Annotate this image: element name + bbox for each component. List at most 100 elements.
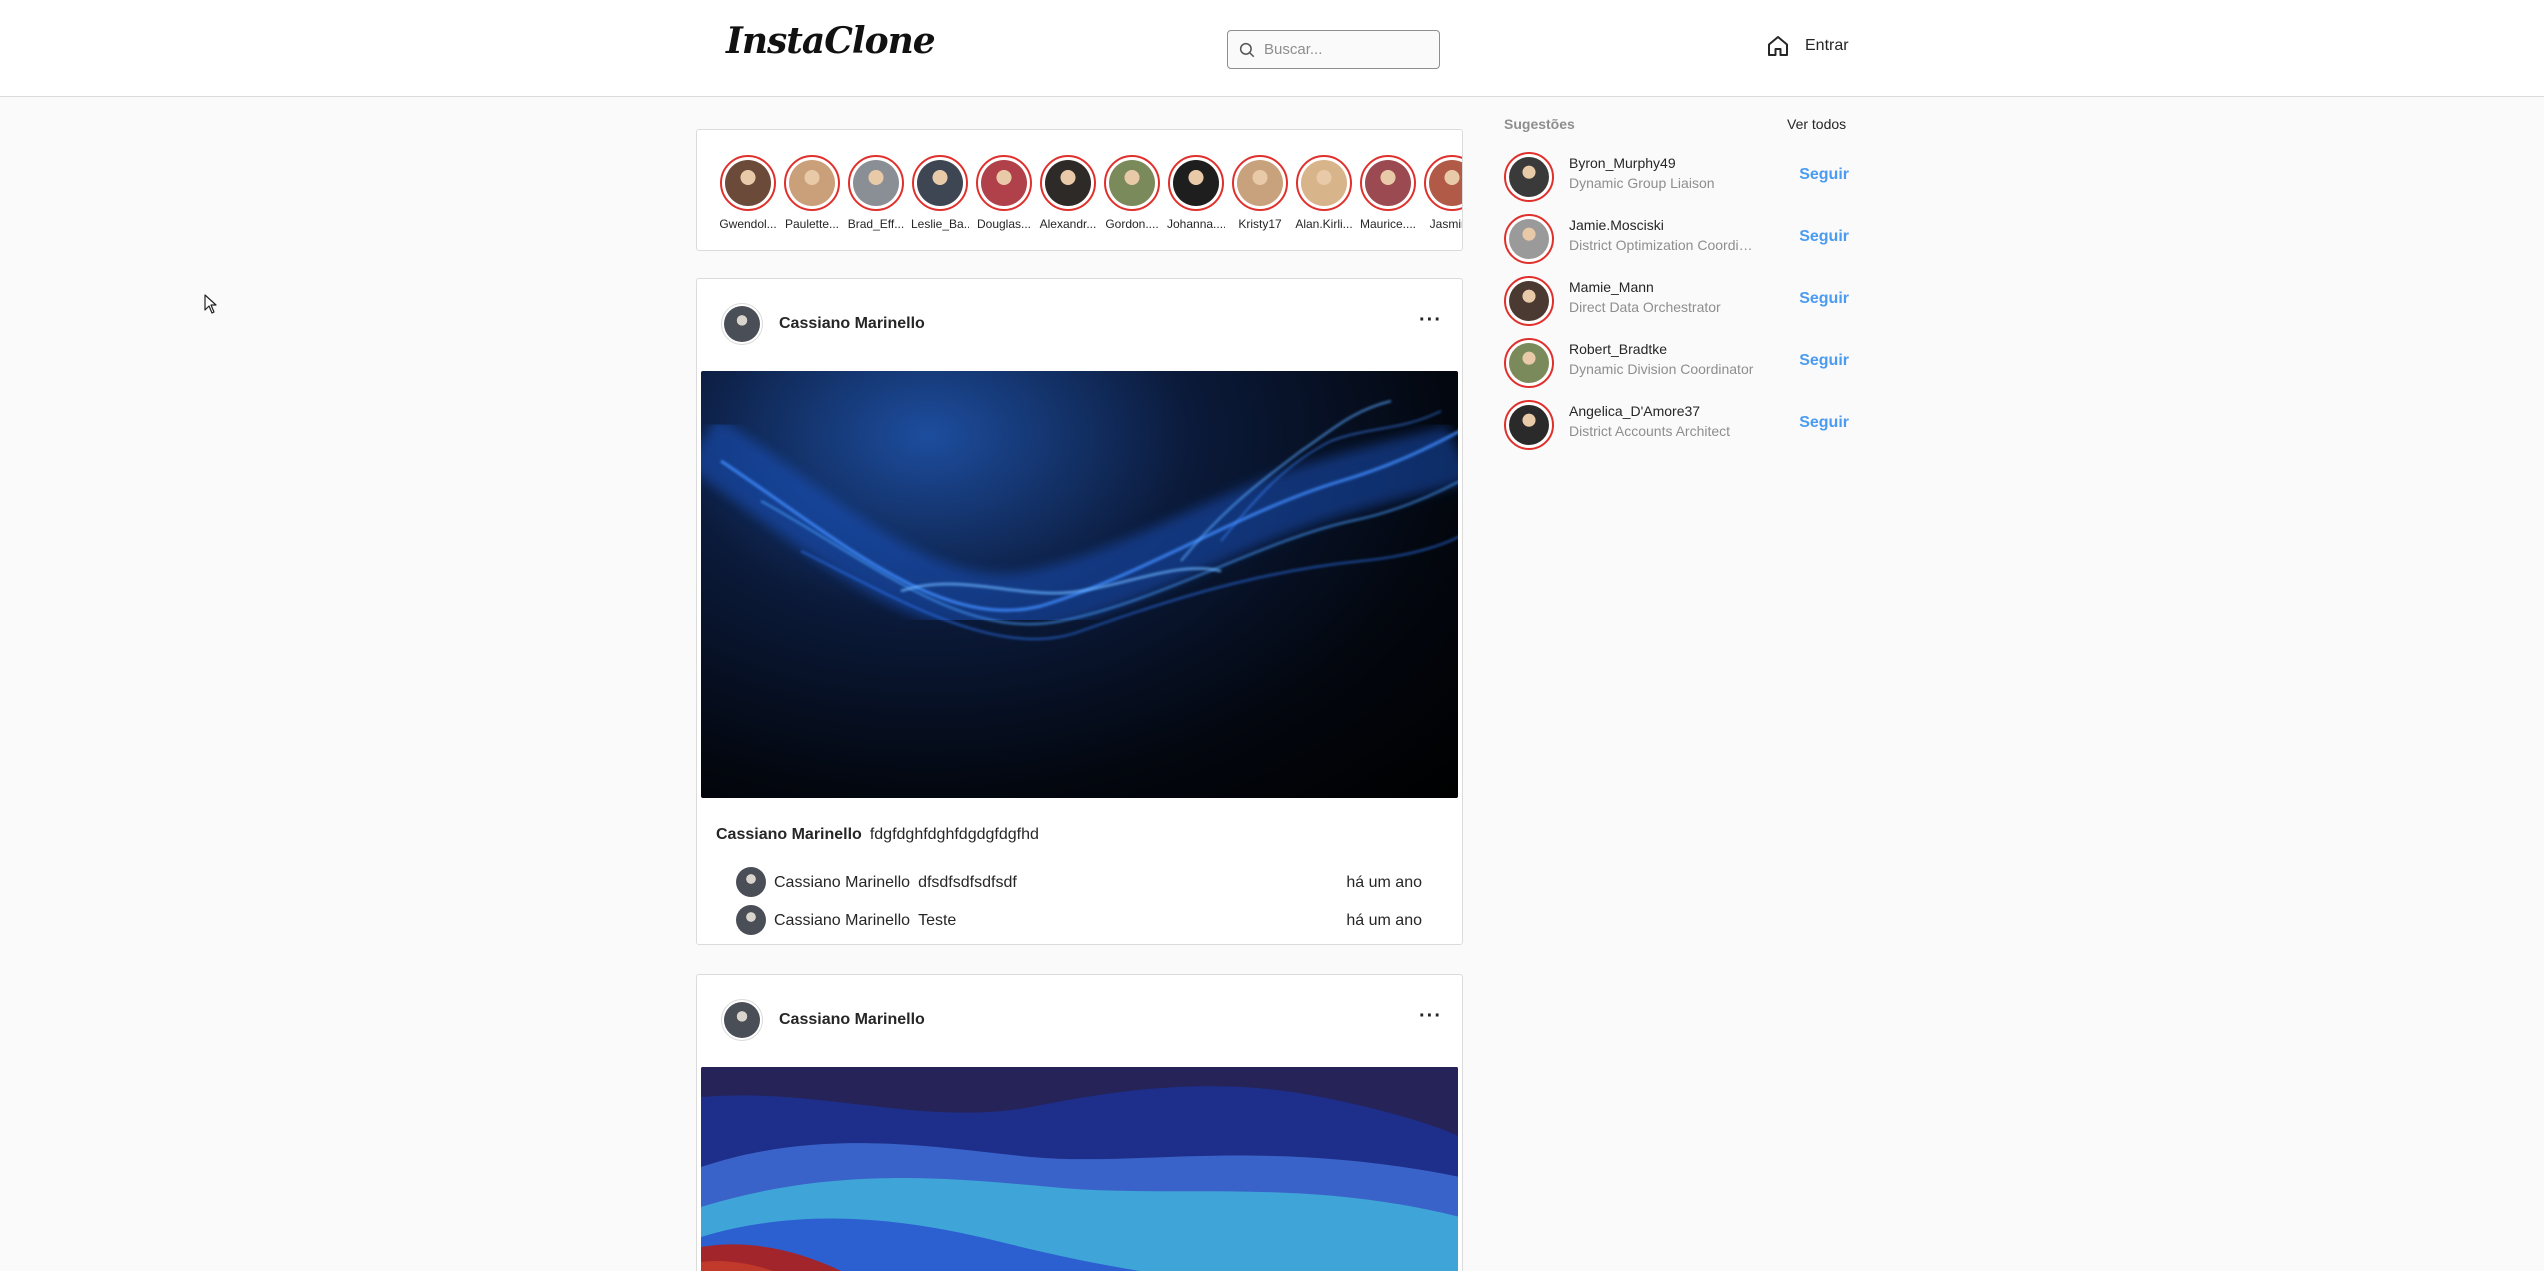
comment-item: Cassiano Marinello dfsdfsdfsdfsdf há um a… (736, 862, 1422, 900)
story-username: Maurice.... (1359, 217, 1416, 231)
story-avatar-ring[interactable] (1104, 155, 1160, 211)
avatar[interactable] (1504, 152, 1554, 202)
story-avatar-ring[interactable] (720, 155, 776, 211)
suggestion-description: Direct Data Orchestrator (1569, 299, 1721, 315)
story-avatar-ring[interactable] (1360, 155, 1416, 211)
story-avatar-ring[interactable] (784, 155, 840, 211)
suggestion-username[interactable]: Angelica_D'Amore37 (1569, 403, 1700, 419)
story-username: Gordon.... (1105, 217, 1159, 231)
comment-time: há um ano (1346, 912, 1422, 929)
more-options-icon[interactable]: ··· (1419, 309, 1442, 332)
suggestion-description: District Optimization Coordinator (1569, 237, 1759, 253)
search-box[interactable] (1227, 30, 1440, 69)
story-item[interactable]: Brad_Eff... (847, 155, 905, 231)
avatar (981, 160, 1027, 206)
post-image-art (701, 400, 1458, 640)
avatar[interactable] (721, 303, 763, 345)
post-image[interactable] (701, 371, 1458, 798)
suggestion-item: Angelica_D'Amore37 District Accounts Arch… (1504, 400, 1849, 456)
comment-text: Teste (918, 912, 957, 929)
story-item[interactable]: Maurice.... (1359, 155, 1417, 231)
story-item[interactable]: Gordon.... (1103, 155, 1161, 231)
home-icon[interactable] (1766, 34, 1790, 58)
suggestion-username[interactable]: Robert_Bradtke (1569, 341, 1667, 357)
avatar[interactable] (1504, 276, 1554, 326)
avatar (1109, 160, 1155, 206)
story-item[interactable]: Leslie_Ba... (911, 155, 969, 231)
story-item[interactable]: Alexandr... (1039, 155, 1097, 231)
story-avatar-ring[interactable] (848, 155, 904, 211)
suggestion-item: Mamie_Mann Direct Data Orchestrator Seguir (1504, 276, 1849, 332)
avatar (1365, 160, 1411, 206)
post-author[interactable]: Cassiano Marinello (779, 315, 925, 333)
story-item[interactable]: Alan.Kirli... (1295, 155, 1353, 231)
mouse-cursor-icon (204, 294, 217, 314)
story-avatar-ring[interactable] (1232, 155, 1288, 211)
story-avatar-ring[interactable] (976, 155, 1032, 211)
avatar (853, 160, 899, 206)
comment-time: há um ano (1346, 874, 1422, 891)
follow-button[interactable]: Seguir (1799, 228, 1849, 246)
story-avatar-ring[interactable] (1040, 155, 1096, 211)
suggestion-item: Robert_Bradtke Dynamic Division Coordinat… (1504, 338, 1849, 394)
comment-author[interactable]: Cassiano Marinello (774, 912, 910, 929)
caption-author[interactable]: Cassiano Marinello (716, 826, 862, 843)
avatar[interactable] (736, 905, 766, 935)
avatar[interactable] (1504, 338, 1554, 388)
comment-item: Cassiano Marinello Teste há um ano (736, 900, 1422, 938)
post-image[interactable] (701, 1067, 1458, 1271)
suggestion-item: Byron_Murphy49 Dynamic Group Liaison Segui… (1504, 152, 1849, 208)
suggestion-description: Dynamic Group Liaison (1569, 175, 1715, 191)
story-username: Alexandr... (1039, 217, 1097, 231)
suggestion-username[interactable]: Byron_Murphy49 (1569, 155, 1676, 171)
comments-list: Cassiano Marinello dfsdfsdfsdfsdf há um a… (697, 862, 1462, 938)
app-logo[interactable]: InstaClone (726, 20, 936, 62)
story-item[interactable]: Gwendol... (719, 155, 777, 231)
story-avatar-ring[interactable] (1168, 155, 1224, 211)
avatar (1237, 160, 1283, 206)
login-link[interactable]: Entrar (1805, 37, 1849, 55)
more-options-icon[interactable]: ··· (1419, 1005, 1442, 1028)
search-input[interactable] (1264, 41, 1424, 58)
story-avatar-ring[interactable] (912, 155, 968, 211)
story-username: Jasmine (1429, 217, 1462, 231)
comment-author[interactable]: Cassiano Marinello (774, 874, 910, 891)
follow-button[interactable]: Seguir (1799, 290, 1849, 308)
avatar[interactable] (736, 867, 766, 897)
story-item[interactable]: Paulette... (783, 155, 841, 231)
story-username: Leslie_Ba... (911, 217, 969, 231)
story-username: Douglas... (976, 217, 1032, 231)
avatar (1045, 160, 1091, 206)
stories-bar: Gwendol... Paulette... Brad_Eff... Leslie_B… (696, 129, 1463, 251)
avatar (789, 160, 835, 206)
story-item[interactable]: Kristy17 (1231, 155, 1289, 231)
avatar[interactable] (1504, 400, 1554, 450)
story-username: Gwendol... (719, 217, 777, 231)
follow-button[interactable]: Seguir (1799, 352, 1849, 370)
story-username: Paulette... (784, 217, 840, 231)
post-header: Cassiano Marinello ··· (697, 975, 1462, 1067)
caption-text: fdgfdghfdghfdgdgfdgfhd (869, 826, 1039, 843)
search-icon (1239, 42, 1255, 57)
suggestion-username[interactable]: Mamie_Mann (1569, 279, 1654, 295)
suggestion-username[interactable]: Jamie.Mosciski (1569, 217, 1664, 233)
story-avatar-ring[interactable] (1296, 155, 1352, 211)
see-all-link[interactable]: Ver todos (1787, 116, 1846, 132)
comment-text: dfsdfsdfsdfsdf (918, 874, 1017, 891)
avatar[interactable] (721, 999, 763, 1041)
post-card: Cassiano Marinello ··· (696, 974, 1463, 1271)
story-avatar-ring[interactable] (1424, 155, 1462, 211)
story-username: Brad_Eff... (847, 217, 905, 231)
avatar (1429, 160, 1462, 206)
suggestion-description: District Accounts Architect (1569, 423, 1731, 439)
suggestion-description: Dynamic Division Coordinator (1569, 361, 1754, 377)
story-item[interactable]: Johanna.... (1167, 155, 1225, 231)
suggestions-title: Sugestões (1504, 116, 1575, 132)
follow-button[interactable]: Seguir (1799, 414, 1849, 432)
follow-button[interactable]: Seguir (1799, 166, 1849, 184)
avatar[interactable] (1504, 214, 1554, 264)
avatar (917, 160, 963, 206)
story-item[interactable]: Jasmine (1423, 155, 1462, 231)
post-author[interactable]: Cassiano Marinello (779, 1011, 925, 1029)
story-item[interactable]: Douglas... (975, 155, 1033, 231)
